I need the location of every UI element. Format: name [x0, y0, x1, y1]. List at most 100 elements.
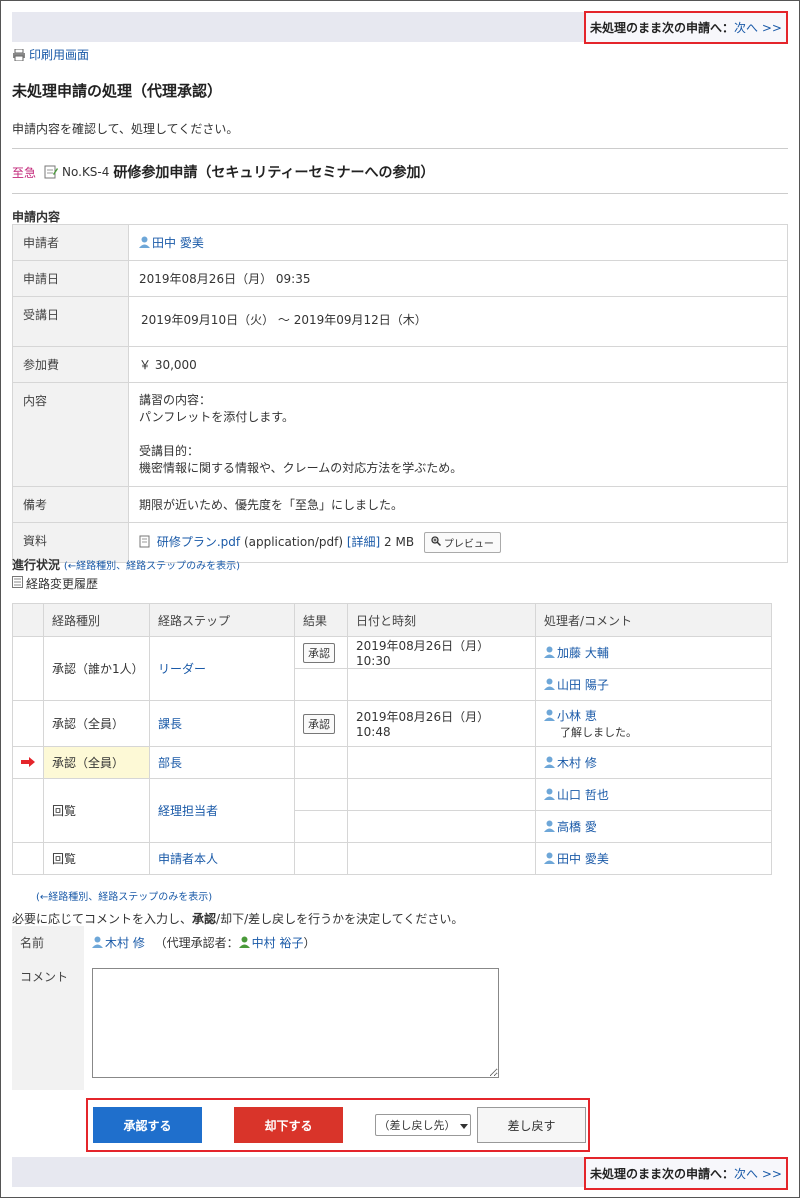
table-row: 承認（全員） 課長 承認 2019年08月26日（月） 10:48 小林 恵 了…: [12, 700, 772, 747]
form-row-name: 名前 木村 修 （代理承認者： 中村 裕子）: [12, 926, 788, 960]
file-size: 2 MB: [384, 535, 415, 549]
user-icon: [139, 236, 150, 248]
processor-link[interactable]: 山口 哲也: [557, 788, 609, 802]
table-row-current: 承認（全員） 部長 木村 修: [12, 746, 772, 779]
processor-link[interactable]: 加藤 大輔: [557, 646, 609, 660]
route-date: [347, 778, 536, 811]
content-line: 講習の内容：: [139, 393, 212, 407]
route-result-cell: [294, 778, 348, 811]
route-date: [347, 842, 536, 875]
next-request-link[interactable]: 次へ >>: [734, 1165, 782, 1182]
route-step-link[interactable]: 経理担当者: [158, 804, 218, 818]
applied-value: 2019年08月26日（月） 09:35: [128, 260, 788, 297]
file-detail-link[interactable]: [詳細]: [347, 535, 380, 549]
page-title: 未処理申請の処理（代理承認）: [12, 82, 223, 100]
route-filter-link[interactable]: (←経路種別、経路ステップのみを表示): [64, 561, 240, 572]
next-request-nav-top: 未処理のまま次の申請へ： 次へ >>: [584, 11, 788, 44]
applicant-link[interactable]: 田中 愛美: [152, 236, 204, 250]
instruction-bold: 承認: [192, 912, 217, 926]
name-link[interactable]: 木村 修: [105, 936, 145, 950]
row-indicator: [12, 700, 44, 747]
table-row: 承認（誰か1人） リーダー 承認 2019年08月26日（月） 10:30 加藤…: [12, 636, 772, 701]
page-description: 申請内容を確認して、処理してください。: [12, 122, 239, 136]
file-name-link[interactable]: 研修プラン.pdf: [157, 535, 240, 549]
route-result-cell: [294, 746, 348, 779]
route-filter-link-bottom[interactable]: (←経路種別、経路ステップのみを表示): [36, 888, 212, 903]
route-date: [347, 810, 536, 843]
form-row-comment: コメント: [12, 960, 788, 1090]
route-progress-table: 経路種別 経路ステップ 結果 日付と時刻 処理者/コメント 承認（誰か1人） リ…: [12, 603, 772, 875]
result-badge[interactable]: 承認: [303, 713, 335, 734]
route-step-cell: 申請者本人: [149, 842, 295, 875]
route-history-label[interactable]: 経路変更履歴: [26, 575, 98, 592]
route-type: 承認（全員）: [43, 700, 150, 747]
fee-label: 参加費: [12, 346, 129, 383]
table-row: 回覧 経理担当者 山口 哲也: [12, 778, 772, 843]
route-type: 承認（全員）: [43, 746, 150, 779]
processor-cell: 小林 恵 了解しました。: [535, 700, 772, 747]
result-badge[interactable]: 承認: [303, 642, 335, 663]
print-link[interactable]: 印刷用画面: [12, 46, 89, 63]
route-step-link[interactable]: 課長: [158, 717, 182, 731]
col-route-step: 経路ステップ: [149, 603, 295, 637]
return-button[interactable]: 差し戻す: [477, 1107, 586, 1143]
next-request-nav-bottom: 未処理のまま次の申請へ： 次へ >>: [584, 1157, 788, 1190]
content-label: 内容: [12, 382, 129, 487]
print-link-label[interactable]: 印刷用画面: [29, 46, 89, 63]
name-value: 木村 修 （代理承認者： 中村 裕子）: [84, 926, 788, 960]
remarks-value: 期限が近いため、優先度を「至急」にしました。: [128, 486, 788, 523]
divider: [12, 193, 788, 194]
approve-button[interactable]: 承認する: [93, 1107, 202, 1143]
processor-link[interactable]: 山田 陽子: [557, 678, 609, 692]
content-line: 受講目的：: [139, 444, 200, 458]
processor-cell: 加藤 大輔: [535, 636, 772, 669]
file-icon: [139, 535, 153, 549]
route-step-cell: リーダー: [149, 636, 295, 701]
route-step-link[interactable]: 申請者本人: [158, 852, 218, 866]
course-label: 受講日: [12, 296, 129, 347]
processor-cell: 田中 愛美: [535, 842, 772, 875]
route-step-cell: 部長: [149, 746, 295, 779]
proxy-user-icon: [238, 936, 250, 948]
processor-link[interactable]: 木村 修: [557, 756, 597, 770]
route-step-link[interactable]: 部長: [158, 756, 182, 770]
instruction-pre: 必要に応じてコメントを入力し、: [12, 912, 193, 926]
route-date: [347, 668, 536, 701]
preview-button[interactable]: プレビュー: [423, 532, 501, 553]
route-type: 回覧: [43, 842, 150, 875]
next-request-link[interactable]: 次へ >>: [734, 19, 782, 36]
detail-row-fee: 参加費 ￥ 30,000: [12, 346, 788, 383]
file-type: (application/pdf): [243, 535, 343, 549]
proxy-label: （代理承認者：: [154, 936, 239, 950]
priority-badge: 至急: [12, 165, 37, 180]
comment-cell: [84, 960, 788, 1090]
applicant-value: 田中 愛美: [128, 224, 788, 261]
comment-textarea[interactable]: [92, 968, 499, 1078]
route-result-cell: 承認: [294, 700, 348, 747]
processor-link[interactable]: 田中 愛美: [557, 852, 609, 866]
route-step-cell: 経理担当者: [149, 778, 295, 843]
route-history-link[interactable]: 経路変更履歴: [12, 575, 98, 592]
processor-link[interactable]: 小林 恵: [557, 709, 597, 723]
col-result: 結果: [294, 603, 348, 637]
return-target-select[interactable]: （差し戻し先）: [375, 1114, 471, 1136]
proxy-name-link[interactable]: 中村 裕子: [252, 936, 304, 950]
applied-label: 申請日: [12, 260, 129, 297]
instruction-text: 必要に応じてコメントを入力し、承認/却下/差し戻しを行うかを決定してください。: [12, 910, 463, 927]
route-date: 2019年08月26日（月） 10:48: [347, 700, 536, 747]
remarks-label: 備考: [12, 486, 129, 523]
detail-row-applied: 申請日 2019年08月26日（月） 09:35: [12, 260, 788, 297]
next-request-label: 未処理のまま次の申請へ：: [590, 1167, 735, 1181]
col-datetime: 日付と時刻: [347, 603, 536, 637]
progress-heading: 進行状況: [12, 558, 61, 572]
divider: [12, 148, 788, 149]
fee-value: ￥ 30,000: [128, 346, 788, 383]
return-target-value: （差し戻し先）: [378, 1119, 456, 1132]
caret-down-icon: [459, 1119, 468, 1132]
content-line: パンフレットを添付します。: [139, 410, 295, 424]
processor-link[interactable]: 高橋 愛: [557, 820, 597, 834]
user-icon: [544, 646, 555, 658]
reject-button[interactable]: 却下する: [234, 1107, 343, 1143]
route-step-link[interactable]: リーダー: [158, 662, 206, 676]
processor-cell: 木村 修: [535, 746, 772, 779]
